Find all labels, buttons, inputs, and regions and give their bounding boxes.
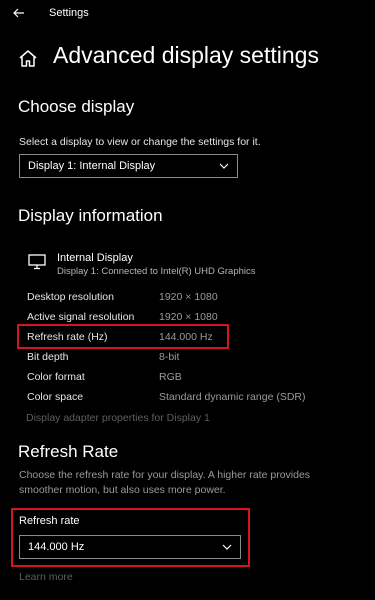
display-select-value: Display 1: Internal Display: [28, 160, 156, 172]
info-label-color-space: Color space: [27, 391, 84, 403]
page-title: Advanced display settings: [53, 42, 319, 68]
learn-more-link[interactable]: Learn more: [19, 571, 73, 583]
chevron-down-icon: [219, 163, 229, 169]
refresh-rate-heading: Refresh Rate: [18, 442, 119, 461]
back-button[interactable]: [8, 4, 30, 22]
display-select-dropdown[interactable]: Display 1: Internal Display: [19, 154, 238, 178]
info-label-desktop-resolution: Desktop resolution: [27, 291, 114, 303]
info-value-desktop-resolution: 1920 × 1080: [159, 291, 218, 303]
choose-display-description: Select a display to view or change the s…: [19, 136, 261, 148]
home-icon: [19, 50, 37, 67]
home-button[interactable]: [16, 46, 40, 70]
window-title: Settings: [49, 7, 89, 19]
refresh-rate-description-line2: smoother motion, but also uses more powe…: [19, 484, 226, 496]
display-information-heading: Display information: [18, 206, 163, 225]
back-arrow-icon: [13, 8, 24, 18]
info-label-color-format: Color format: [27, 371, 85, 383]
device-name: Internal Display: [57, 252, 133, 264]
refresh-rate-highlight-box: [17, 324, 229, 349]
display-adapter-properties-link[interactable]: Display adapter properties for Display 1: [26, 412, 210, 424]
device-connection: Display 1: Connected to Intel(R) UHD Gra…: [57, 266, 256, 277]
refresh-rate-dropdown-highlight-box: [11, 508, 250, 567]
info-value-color-space: Standard dynamic range (SDR): [159, 391, 306, 403]
info-label-bit-depth: Bit depth: [27, 351, 69, 363]
info-label-active-signal-resolution: Active signal resolution: [27, 311, 135, 323]
info-value-active-signal-resolution: 1920 × 1080: [159, 311, 218, 323]
title-bar: Settings: [0, 0, 375, 28]
info-value-color-format: RGB: [159, 371, 182, 383]
choose-display-heading: Choose display: [18, 97, 135, 116]
monitor-icon: [28, 254, 46, 270]
refresh-rate-description-line1: Choose the refresh rate for your display…: [19, 469, 311, 481]
info-value-bit-depth: 8-bit: [159, 351, 180, 363]
